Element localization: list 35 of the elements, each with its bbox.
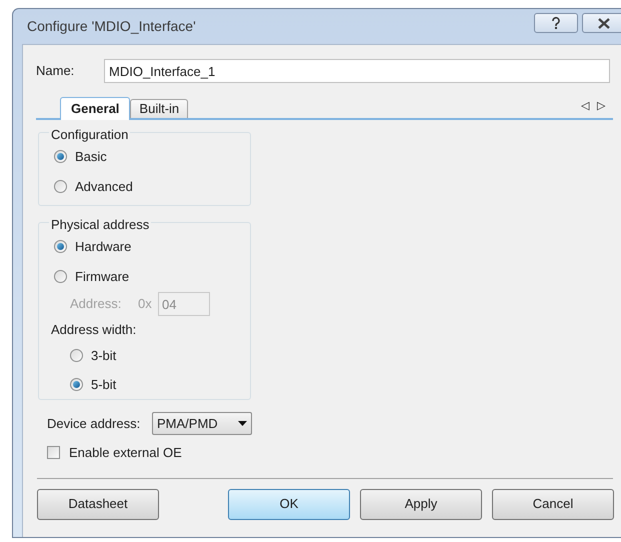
- radio-label: Basic: [75, 148, 107, 166]
- scroll-left-button[interactable]: ◁: [581, 98, 589, 114]
- scroll-right-button[interactable]: ▷: [597, 98, 605, 114]
- tab[interactable]: General: [60, 97, 130, 120]
- radio-label: 3-bit: [91, 346, 116, 364]
- hex-prefix: 0x: [138, 295, 153, 314]
- caret-icon: [238, 421, 247, 426]
- radio-label: 5-bit: [91, 376, 116, 394]
- tab[interactable]: Built-in: [130, 99, 188, 118]
- radio-button[interactable]: [54, 180, 67, 193]
- checkbox-label: Enable external OE: [69, 444, 182, 462]
- name-field[interactable]: MDIO_Interface_1: [104, 59, 610, 83]
- dialog-button[interactable]: Cancel: [492, 488, 614, 520]
- address-label: Address:: [70, 295, 122, 314]
- checkbox[interactable]: [47, 446, 60, 460]
- dialog-button[interactable]: OK: [228, 488, 350, 520]
- close-button[interactable]: [582, 13, 621, 33]
- dialog-button[interactable]: Apply: [360, 488, 482, 520]
- window-title: Configure 'MDIO_Interface': [27, 17, 196, 36]
- radio-button[interactable]: [54, 240, 67, 254]
- dialog-button[interactable]: Datasheet: [37, 488, 159, 520]
- radio-button[interactable]: [70, 348, 83, 362]
- close-icon: [597, 18, 611, 28]
- radio-button[interactable]: [70, 378, 83, 392]
- radio-button[interactable]: [54, 150, 67, 164]
- radio-label: Hardware: [75, 238, 132, 256]
- radio-button[interactable]: [54, 270, 67, 283]
- address-width-label: Address width:: [51, 321, 138, 339]
- radio-label: Advanced: [75, 178, 133, 196]
- field-label: Name:: [36, 62, 76, 80]
- help-button[interactable]: [534, 13, 578, 33]
- radio-label: Firmware: [75, 268, 130, 286]
- device-address-dropdown[interactable]: PMA/PMD: [152, 412, 252, 435]
- question-mark-icon: [551, 16, 561, 30]
- device-address-label: Device address:: [47, 414, 142, 433]
